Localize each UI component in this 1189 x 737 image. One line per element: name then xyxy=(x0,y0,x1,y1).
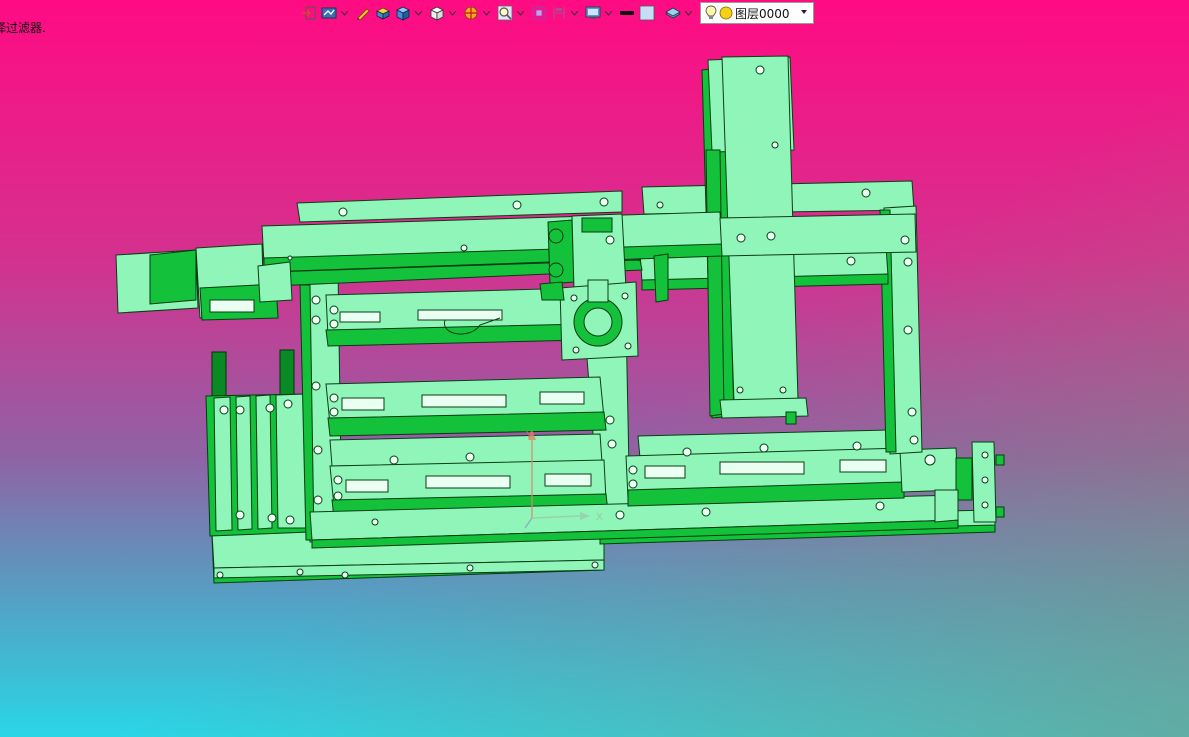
shaded-view-button[interactable] xyxy=(394,4,412,22)
display-mode-dropdown[interactable] xyxy=(340,4,348,22)
color-lightblue-swatch-icon xyxy=(639,5,655,21)
snap-tool-button[interactable] xyxy=(300,4,318,22)
measure-icon xyxy=(553,7,565,19)
solid-box-icon xyxy=(376,7,390,20)
triad-y-label: Y xyxy=(525,430,533,441)
chevron-down-icon xyxy=(516,10,524,16)
chevron-down-icon xyxy=(570,10,578,16)
layer-status-circle-icon xyxy=(719,6,733,20)
fit-view-button[interactable] xyxy=(530,4,548,22)
view-orientation-dropdown[interactable] xyxy=(448,4,456,22)
slide-rail-2 xyxy=(325,376,607,437)
display-settings-dropdown[interactable] xyxy=(604,4,612,22)
fit-icon xyxy=(532,6,546,20)
pneumatic-cylinder-block xyxy=(205,349,311,537)
display-mode-icon xyxy=(321,7,337,19)
solid-tool-button[interactable] xyxy=(374,4,392,22)
measure-button[interactable] xyxy=(550,4,568,22)
measure-dropdown[interactable] xyxy=(570,4,578,22)
cad-model-view[interactable]: .f { fill: #8ff5b9; stroke: #0a3d14; str… xyxy=(0,0,1189,737)
section-view-button[interactable] xyxy=(462,4,480,22)
view-orientation-button[interactable] xyxy=(428,4,446,22)
layers-icon xyxy=(665,7,681,19)
layer-name: 图层0000 xyxy=(735,6,790,21)
zoom-button[interactable] xyxy=(496,4,514,22)
layer-selector[interactable]: 图层0000 xyxy=(700,2,814,24)
chevron-down-icon xyxy=(340,10,348,16)
chevron-down-icon xyxy=(414,10,422,16)
layer-manager-dropdown[interactable] xyxy=(684,4,692,22)
layer-manager-button[interactable] xyxy=(664,4,682,22)
zoom-icon xyxy=(497,5,513,21)
color-black-swatch-icon xyxy=(620,11,634,15)
fill-color-button[interactable] xyxy=(638,4,656,22)
monitor-icon xyxy=(585,6,601,19)
display-mode-button[interactable] xyxy=(320,4,338,22)
pencil-icon xyxy=(357,8,370,21)
chevron-down-icon xyxy=(684,10,692,16)
snap-icon xyxy=(302,6,316,20)
heads-up-toolbar: 图层0000 xyxy=(300,2,814,24)
chevron-down-icon xyxy=(448,10,456,16)
line-color-button[interactable] xyxy=(618,4,636,22)
section-icon xyxy=(464,6,478,20)
shaded-view-dropdown[interactable] xyxy=(414,4,422,22)
sketch-tool-button[interactable] xyxy=(354,4,372,22)
caret-down-icon[interactable] xyxy=(800,8,808,16)
chevron-down-icon xyxy=(604,10,612,16)
lightbulb-icon[interactable] xyxy=(705,5,717,21)
zoom-dropdown[interactable] xyxy=(516,4,524,22)
chevron-down-icon xyxy=(482,10,490,16)
view-cube-icon xyxy=(430,6,444,21)
triad-x-label: X xyxy=(596,512,603,523)
top-right-crossbar xyxy=(719,213,917,257)
graphics-viewport[interactable]: 择过滤器. .f { fill: #8ff5b9; stroke: #0a3d1… xyxy=(0,0,1189,737)
section-view-dropdown[interactable] xyxy=(482,4,490,22)
shaded-cube-icon xyxy=(396,6,410,21)
display-settings-button[interactable] xyxy=(584,4,602,22)
